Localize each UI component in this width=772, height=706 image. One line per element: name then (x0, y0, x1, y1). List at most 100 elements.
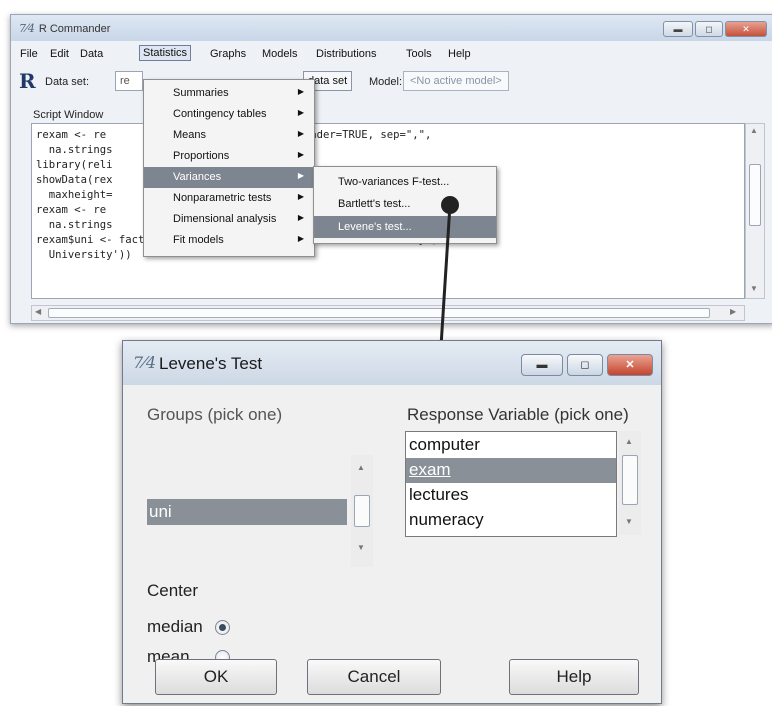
menu-item-label: Nonparametric tests (173, 192, 272, 204)
menu-item-label: Dimensional analysis (173, 213, 277, 225)
model-selector[interactable]: <No active model> (403, 71, 509, 91)
response-item-label: lectures (409, 485, 469, 504)
menubar: File Edit Data Statistics Graphs Models … (11, 45, 772, 63)
statistics-menu-item-summaries[interactable]: Summaries ▶ (144, 83, 314, 104)
scroll-down-arrow-icon[interactable]: ▼ (625, 517, 633, 526)
menu-item-label: Fit models (173, 234, 224, 246)
submenu-arrow-icon: ▶ (297, 129, 304, 138)
groups-list-item[interactable]: uni (147, 499, 347, 525)
scroll-left-arrow-icon[interactable]: ◀ (35, 307, 41, 316)
toolbar: R Data set: re data set Model: <No activ… (11, 67, 772, 97)
groups-scrollbar[interactable]: ▲ ▼ (351, 455, 373, 567)
center-label: Center (147, 581, 199, 600)
variances-submenu: Two-variances F-test... Bartlett's test.… (313, 166, 497, 244)
rcommander-titlebar[interactable]: 7⁄4 R Commander ▬ ◻ ✕ (11, 15, 772, 41)
response-scrollbar[interactable]: ▲ ▼ (619, 431, 641, 535)
response-item-numeracy[interactable]: numeracy (406, 508, 616, 533)
radio-label: median (147, 617, 203, 636)
dialog-close-button[interactable]: ✕ (607, 354, 653, 376)
dialog-titlebar[interactable]: 7⁄4 Levene's Test ▬ ◻ ✕ (123, 341, 661, 385)
menu-item-label: Levene's test... (338, 221, 412, 233)
menu-distributions[interactable]: Distributions (313, 47, 380, 61)
menu-item-label: Means (173, 129, 207, 141)
dialog-minimize-button[interactable]: ▬ (521, 354, 563, 376)
menu-tools[interactable]: Tools (403, 47, 435, 61)
menu-item-label: Variances (173, 171, 222, 183)
center-option-median[interactable]: median (147, 617, 230, 637)
scroll-thumb[interactable] (48, 308, 710, 318)
scroll-thumb[interactable] (749, 164, 761, 226)
menu-item-two-variances-f-test[interactable]: Two-variances F-test... (314, 171, 496, 193)
script-window-label: Script Window (33, 109, 104, 121)
dataset-label: Data set: (45, 76, 90, 88)
menu-item-label: Bartlett's test... (338, 198, 411, 210)
dataset-selector[interactable]: re (115, 71, 143, 91)
menu-item-label: Proportions (173, 150, 230, 162)
submenu-arrow-icon: ▶ (297, 213, 304, 222)
statistics-menu-item-dimensional-analysis[interactable]: Dimensional analysis ▶ (144, 209, 314, 230)
submenu-arrow-icon: ▶ (297, 234, 304, 243)
statistics-dropdown: Summaries ▶ Contingency tables ▶ Means ▶ Propo… (143, 79, 315, 257)
menu-graphs[interactable]: Graphs (207, 47, 249, 61)
response-item-exam[interactable]: exam (406, 458, 616, 483)
script-vertical-scrollbar[interactable]: ▲ ▼ (745, 123, 765, 299)
scroll-up-arrow-icon[interactable]: ▲ (750, 126, 758, 135)
response-item-label: computer (409, 435, 480, 454)
rcommander-logo-icon: 7⁄4 (19, 22, 35, 35)
rcommander-title: 7⁄4 R Commander (19, 22, 110, 35)
statistics-menu-item-contingency-tables[interactable]: Contingency tables ▶ (144, 104, 314, 125)
levenes-test-dialog: 7⁄4 Levene's Test ▬ ◻ ✕ Groups (pick one… (122, 340, 662, 704)
submenu-arrow-icon: ▶ (297, 192, 304, 201)
dialog-maximize-button[interactable]: ◻ (567, 354, 603, 376)
radio-median[interactable] (215, 620, 230, 635)
dialog-body: Groups (pick one) uni ▲ ▼ Response Varia… (123, 385, 661, 703)
scroll-thumb[interactable] (622, 455, 638, 505)
menu-file[interactable]: File (17, 47, 41, 61)
response-item-computer[interactable]: computer (406, 433, 616, 458)
menu-models[interactable]: Models (259, 47, 300, 61)
submenu-arrow-icon: ▶ (297, 150, 304, 159)
response-item-label: numeracy (409, 510, 484, 529)
cancel-button[interactable]: Cancel (307, 659, 441, 695)
response-variable-label: Response Variable (pick one) (407, 405, 629, 424)
scroll-right-arrow-icon[interactable]: ▶ (730, 307, 736, 316)
scroll-down-arrow-icon[interactable]: ▼ (357, 543, 365, 552)
menu-item-levenes-test[interactable]: Levene's test... (314, 216, 496, 238)
scroll-up-arrow-icon[interactable]: ▲ (625, 437, 633, 446)
help-button[interactable]: Help (509, 659, 639, 695)
dialog-title: Levene's Test (159, 354, 263, 373)
groups-listbox[interactable]: uni (147, 455, 347, 567)
menu-item-bartletts-test[interactable]: Bartlett's test... (314, 193, 496, 215)
menu-edit[interactable]: Edit (47, 47, 72, 61)
groups-label: Groups (pick one) (147, 405, 283, 424)
maximize-button[interactable]: ◻ (695, 21, 723, 37)
script-horizontal-scrollbar[interactable]: ◀ ▶ (31, 305, 745, 321)
response-variable-listbox[interactable]: computer exam lectures numeracy (405, 431, 617, 537)
groups-item-label: uni (149, 502, 172, 521)
statistics-menu-item-means[interactable]: Means ▶ (144, 125, 314, 146)
minimize-button[interactable]: ▬ (663, 21, 693, 37)
rcommander-window: 7⁄4 R Commander ▬ ◻ ✕ File Edit Data Stat… (10, 14, 772, 324)
close-button[interactable]: ✕ (725, 21, 767, 37)
scroll-up-arrow-icon[interactable]: ▲ (357, 463, 365, 472)
statistics-menu-item-variances[interactable]: Variances ▶ (144, 167, 314, 188)
menu-statistics[interactable]: Statistics (139, 45, 192, 61)
statistics-menu-item-fit-models[interactable]: Fit models ▶ (144, 230, 314, 251)
statistics-menu-item-nonparametric-tests[interactable]: Nonparametric tests ▶ (144, 188, 314, 209)
menu-help[interactable]: Help (445, 47, 474, 61)
menu-data[interactable]: Data (77, 47, 106, 61)
r-logo-icon: R (19, 69, 36, 93)
rcommander-title-text: R Commander (38, 23, 111, 35)
r-window-logo-icon: 7⁄4 (133, 353, 157, 372)
submenu-arrow-icon: ▶ (297, 108, 304, 117)
menu-item-label: Summaries (173, 87, 229, 99)
model-label: Model: (369, 76, 403, 88)
statistics-menu-item-proportions[interactable]: Proportions ▶ (144, 146, 314, 167)
submenu-arrow-icon: ▶ (297, 171, 304, 180)
scroll-thumb[interactable] (354, 495, 370, 527)
scroll-down-arrow-icon[interactable]: ▼ (750, 284, 758, 293)
menu-item-label: Two-variances F-test... (338, 176, 450, 188)
response-item-lectures[interactable]: lectures (406, 483, 616, 508)
ok-button[interactable]: OK (155, 659, 277, 695)
submenu-arrow-icon: ▶ (297, 87, 304, 96)
